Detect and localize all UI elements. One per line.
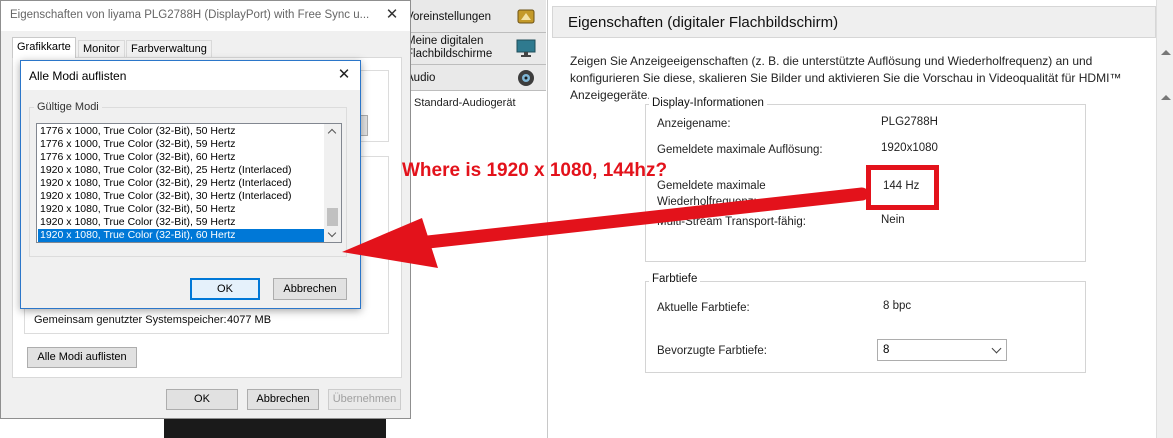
ok-button[interactable]: OK [190, 278, 260, 300]
list-item[interactable]: 1920 x 1080, True Color (32-Bit), 30 Her… [38, 190, 324, 203]
shared-memory-label: Gemeinsam genutzter Systemspeicher: [34, 314, 227, 326]
modes-listbox[interactable]: 1776 x 1000, True Color (32-Bit), 50 Her… [36, 123, 342, 243]
nav-item-label: Meine digitalen Flachbildschirme [406, 35, 493, 60]
preferred-depth-label: Bevorzugte Farbtiefe: [657, 345, 767, 357]
preferred-depth-value: 8 [883, 344, 890, 356]
cancel-button[interactable]: Abbrechen [247, 389, 319, 410]
nav-item-audio[interactable]: Audio [400, 65, 546, 91]
max-resolution-value: 1920x1080 [881, 142, 938, 154]
apply-button[interactable]: Übernehmen [328, 389, 401, 410]
close-icon[interactable]: ✕ [333, 64, 355, 86]
list-item[interactable]: 1920 x 1080, True Color (32-Bit), 25 Her… [38, 164, 324, 177]
shared-memory-value: 4077 MB [227, 314, 272, 326]
nav-item-my-flat-panels[interactable]: Meine digitalen Flachbildschirme [400, 33, 546, 65]
current-depth-value: 8 bpc [883, 300, 912, 312]
preferred-depth-select[interactable]: 8 [877, 339, 1007, 361]
tab-monitor[interactable]: Monitor [78, 40, 125, 58]
nav-subitem-default-audio[interactable]: Standard-Audiogerät [414, 97, 516, 109]
color-depth-group [645, 281, 1086, 373]
display-name-label: Anzeigename: [657, 118, 731, 130]
right-scrollbar[interactable] [1156, 0, 1173, 438]
annotation-arrow [342, 187, 869, 268]
list-item[interactable]: 1920 x 1080, True Color (32-Bit), 59 Her… [38, 216, 324, 229]
monitor-icon [516, 39, 536, 57]
tab-color-management[interactable]: Farbverwaltung [126, 40, 212, 58]
annotation-text: Where is 1920 x 1080, 144hz? [402, 160, 668, 181]
adjust-image-icon [517, 9, 535, 24]
scroll-up-icon[interactable] [1161, 50, 1171, 55]
display-name-value: PLG2788H [881, 116, 938, 128]
list-item[interactable]: 1920 x 1080, True Color (32-Bit), 50 Her… [38, 203, 324, 216]
list-modes-title: Alle Modi auflisten [29, 69, 127, 83]
ok-button[interactable]: OK [166, 389, 238, 410]
display-info-title: Display-Informationen [649, 97, 767, 109]
speaker-icon [518, 70, 534, 86]
max-resolution-label: Gemeldete maximale Auflösung: [657, 144, 823, 156]
scroll-up-icon[interactable] [1161, 95, 1171, 100]
close-icon[interactable]: ✕ [381, 5, 403, 25]
nav-item-presets[interactable]: Voreinstellungen [400, 0, 546, 33]
list-all-modes-button[interactable]: Alle Modi auflisten [27, 347, 137, 368]
current-depth-label: Aktuelle Farbtiefe: [657, 302, 750, 314]
valid-modes-title: Gültige Modi [34, 101, 102, 113]
page-title: Eigenschaften (digitaler Flachbildschirm… [568, 14, 839, 31]
list-item-selected[interactable]: 1920 x 1080, True Color (32-Bit), 60 Her… [38, 229, 324, 242]
list-item[interactable]: 1920 x 1080, True Color (32-Bit), 29 Her… [38, 177, 324, 190]
tab-graphics-card[interactable]: Grafikkarte [12, 37, 76, 58]
chevron-up-icon[interactable] [327, 128, 337, 138]
properties-title: Eigenschaften von liyama PLG2788H (Displ… [10, 9, 370, 21]
chevron-down-icon [991, 343, 1002, 354]
list-item[interactable]: 1776 x 1000, True Color (32-Bit), 50 Her… [38, 125, 324, 138]
list-item[interactable]: 1776 x 1000, True Color (32-Bit), 59 Her… [38, 138, 324, 151]
nav-item-label: Voreinstellungen [406, 11, 492, 23]
list-item[interactable]: 1776 x 1000, True Color (32-Bit), 60 Her… [38, 151, 324, 164]
